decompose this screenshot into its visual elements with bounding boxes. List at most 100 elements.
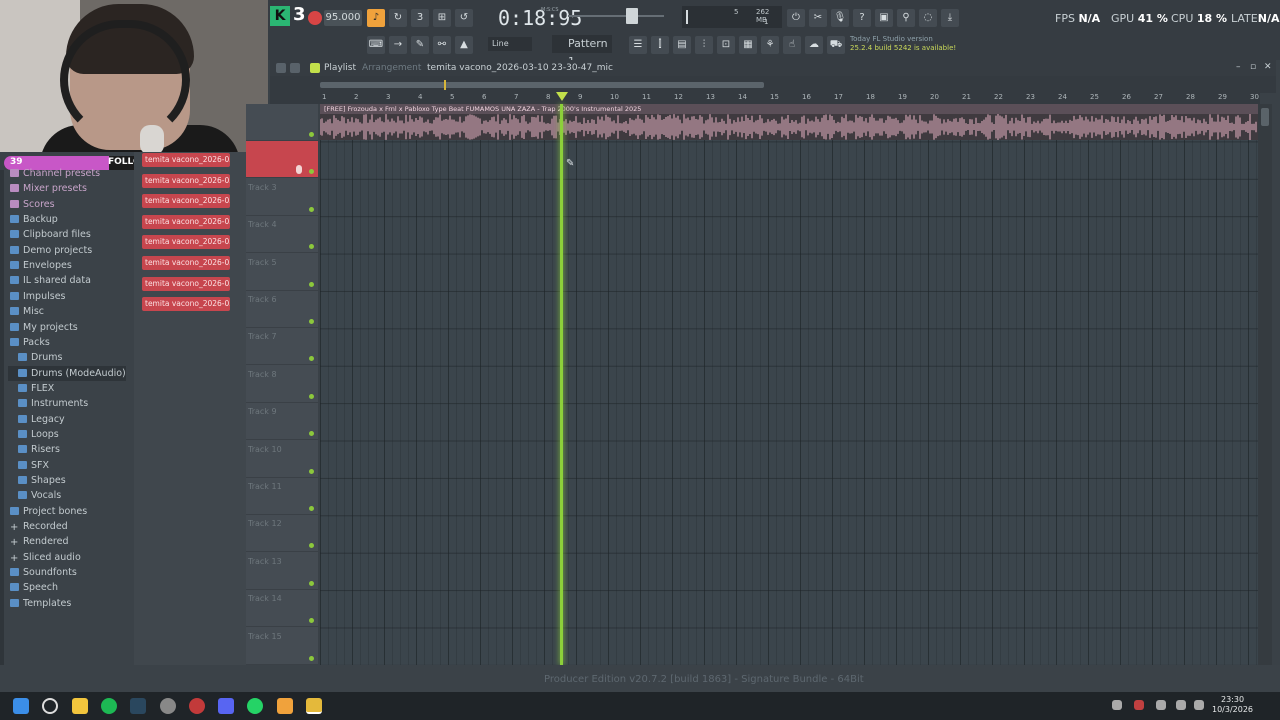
wait-input-button[interactable]: ↻ — [389, 9, 407, 27]
blend-notes-button[interactable]: ⊞ — [433, 9, 451, 27]
windows-start-icon[interactable] — [13, 698, 29, 714]
pencil-icon[interactable]: ✎ — [411, 36, 429, 54]
browser-item[interactable]: Backup — [10, 212, 58, 227]
track-header[interactable]: Track 6 — [246, 291, 318, 328]
help-icon[interactable]: ? — [853, 9, 871, 27]
playlist-grid[interactable] — [320, 104, 1258, 665]
playhead-marker-icon[interactable] — [556, 92, 568, 101]
tray-app-icon[interactable] — [1134, 700, 1144, 710]
plugin-icon[interactable]: ⚲ — [897, 9, 915, 27]
browser-item[interactable]: + Recorded — [10, 519, 68, 534]
save-icon[interactable]: ▣ — [875, 9, 893, 27]
microphone-tray-icon[interactable] — [1156, 700, 1166, 710]
browser-item[interactable]: Soundfonts — [10, 565, 77, 580]
tempo-display[interactable]: 95.000 — [324, 10, 362, 26]
chrome-icon[interactable] — [160, 698, 176, 714]
track-header[interactable]: Track 5 — [246, 254, 318, 291]
browser-icon[interactable]: ⊡ — [717, 36, 735, 54]
minimize-icon[interactable]: – — [1236, 62, 1241, 72]
fl-taskbar-icon[interactable] — [277, 698, 293, 714]
system-clock[interactable]: 23:30 10/3/2026 — [1212, 695, 1253, 715]
link-icon[interactable]: ⚯ — [433, 36, 451, 54]
snap-selector[interactable]: Line — [488, 37, 532, 51]
track-header[interactable]: Track 12 — [246, 515, 318, 553]
news-panel[interactable]: Today FL Studio version 25.2.4 build 524… — [850, 35, 960, 53]
horizontal-scroll-thumb[interactable] — [320, 82, 764, 88]
browser-item[interactable]: Scores — [10, 197, 55, 212]
track-header[interactable]: Track 13 — [246, 553, 318, 590]
browser-item[interactable]: Envelopes — [10, 258, 72, 273]
browser-item[interactable]: Legacy — [18, 412, 65, 427]
track-mute-led[interactable] — [309, 506, 314, 511]
browser-item[interactable]: Speech — [10, 580, 58, 595]
track-header[interactable]: Track 3 — [246, 179, 318, 216]
track-mute-led[interactable] — [309, 132, 314, 137]
track-mute-led[interactable] — [309, 543, 314, 549]
browser-item[interactable]: IL shared data — [10, 273, 91, 288]
piano-roll-icon[interactable]: ⫿ — [651, 36, 669, 54]
loop-record-button[interactable]: ↺ — [455, 9, 473, 27]
audio-clip[interactable]: [FREE] Frozouda x Frnl x Pabloxo Type Be… — [320, 104, 1258, 140]
file-explorer-icon[interactable] — [72, 698, 88, 714]
mixer-icon[interactable]: ⫶ — [695, 36, 713, 54]
clip-list-item[interactable]: temita vacono_2026-03- — [142, 235, 230, 250]
chat-icon[interactable]: ◌ — [919, 9, 937, 27]
browser-item[interactable]: Instruments — [18, 396, 88, 411]
fl-studio-active-icon[interactable] — [306, 698, 322, 714]
browser-item[interactable]: Misc — [10, 304, 44, 319]
whatsapp-icon[interactable] — [247, 698, 263, 714]
browser-item[interactable]: Vocals — [18, 488, 61, 503]
search-taskbar-icon[interactable] — [42, 698, 58, 714]
maximize-icon[interactable]: ▫ — [1250, 62, 1256, 72]
master-volume-slider[interactable] — [568, 15, 664, 17]
track-header[interactable]: Track 10 — [246, 441, 318, 478]
download-icon[interactable]: ⤓ — [941, 9, 959, 27]
track-mute-led[interactable] — [309, 580, 314, 586]
touch-icon[interactable]: ☝ — [783, 36, 801, 54]
browser-item[interactable]: Demo projects — [10, 243, 92, 258]
track-mute-led[interactable] — [309, 244, 314, 250]
channel-rack-icon[interactable]: ▤ — [673, 36, 691, 54]
browser-item[interactable]: My projects — [10, 320, 78, 335]
browser-item[interactable]: Drums — [18, 350, 62, 365]
cloud-icon[interactable]: ☁ — [805, 36, 823, 54]
tray-arrow-icon[interactable] — [1112, 700, 1122, 710]
track-header[interactable]: Track 8 — [246, 366, 318, 403]
playlist-play-icon[interactable] — [310, 63, 320, 73]
track-mute-led[interactable] — [309, 281, 314, 287]
speaker-icon[interactable] — [290, 63, 300, 73]
track-mute-led[interactable] — [309, 206, 314, 212]
discord-icon[interactable] — [218, 698, 234, 714]
project-name[interactable]: temita vacono_2026-03-10 23-30-47_mic — [427, 63, 613, 73]
playhead-line[interactable] — [560, 104, 563, 665]
clip-list-item[interactable]: temita vacono_2026-03- — [142, 153, 230, 167]
clip-list-item[interactable]: temita vacono_2026-03- — [142, 256, 230, 270]
clip-list-item[interactable]: temita vacono_2026-03- — [142, 194, 230, 209]
keyboard-icon[interactable]: ⌨ — [367, 36, 385, 54]
track-header[interactable]: Track 14 — [246, 590, 318, 628]
arrow-icon[interactable]: → — [389, 36, 407, 54]
plugin-picker-icon[interactable]: ⚘ — [761, 36, 779, 54]
track-mute-led[interactable] — [309, 431, 314, 437]
browser-item[interactable]: FLEX — [18, 381, 54, 396]
spotify-icon[interactable] — [101, 698, 117, 714]
track-header[interactable]: Track 15 — [246, 628, 318, 665]
vertical-scrollbar[interactable] — [1258, 104, 1272, 665]
track-header[interactable]: Track 11 — [246, 478, 318, 515]
track-header[interactable]: Track 9 — [246, 403, 318, 441]
pattern-selector[interactable]: Pattern 1 — [552, 35, 612, 68]
vertical-scroll-thumb[interactable] — [1261, 108, 1269, 126]
browser-item[interactable]: + Rendered — [10, 534, 69, 549]
countdown-button[interactable]: 3 — [411, 9, 429, 27]
power-icon[interactable]: ⏻ — [787, 9, 805, 27]
master-volume-knob[interactable] — [626, 8, 638, 24]
timeline-ruler[interactable]: 1 2 3 4 5 6 7 8 9 10 11 12 13 14 15 16 17 18 19 20 21 22 23 24 2… — [270, 92, 1260, 104]
browser-item[interactable]: Drums (ModeAudio) — [8, 365, 126, 381]
track-mute-led[interactable] — [309, 393, 314, 399]
track-mute-led[interactable] — [309, 618, 314, 624]
clip-list-item[interactable]: temita vacono_2026-03- — [142, 297, 230, 312]
track-mute-led[interactable] — [309, 356, 314, 362]
track-header[interactable]: Track 4 — [246, 216, 318, 254]
opera-icon[interactable] — [189, 698, 205, 714]
fx-icon[interactable]: ✂ — [809, 9, 827, 27]
